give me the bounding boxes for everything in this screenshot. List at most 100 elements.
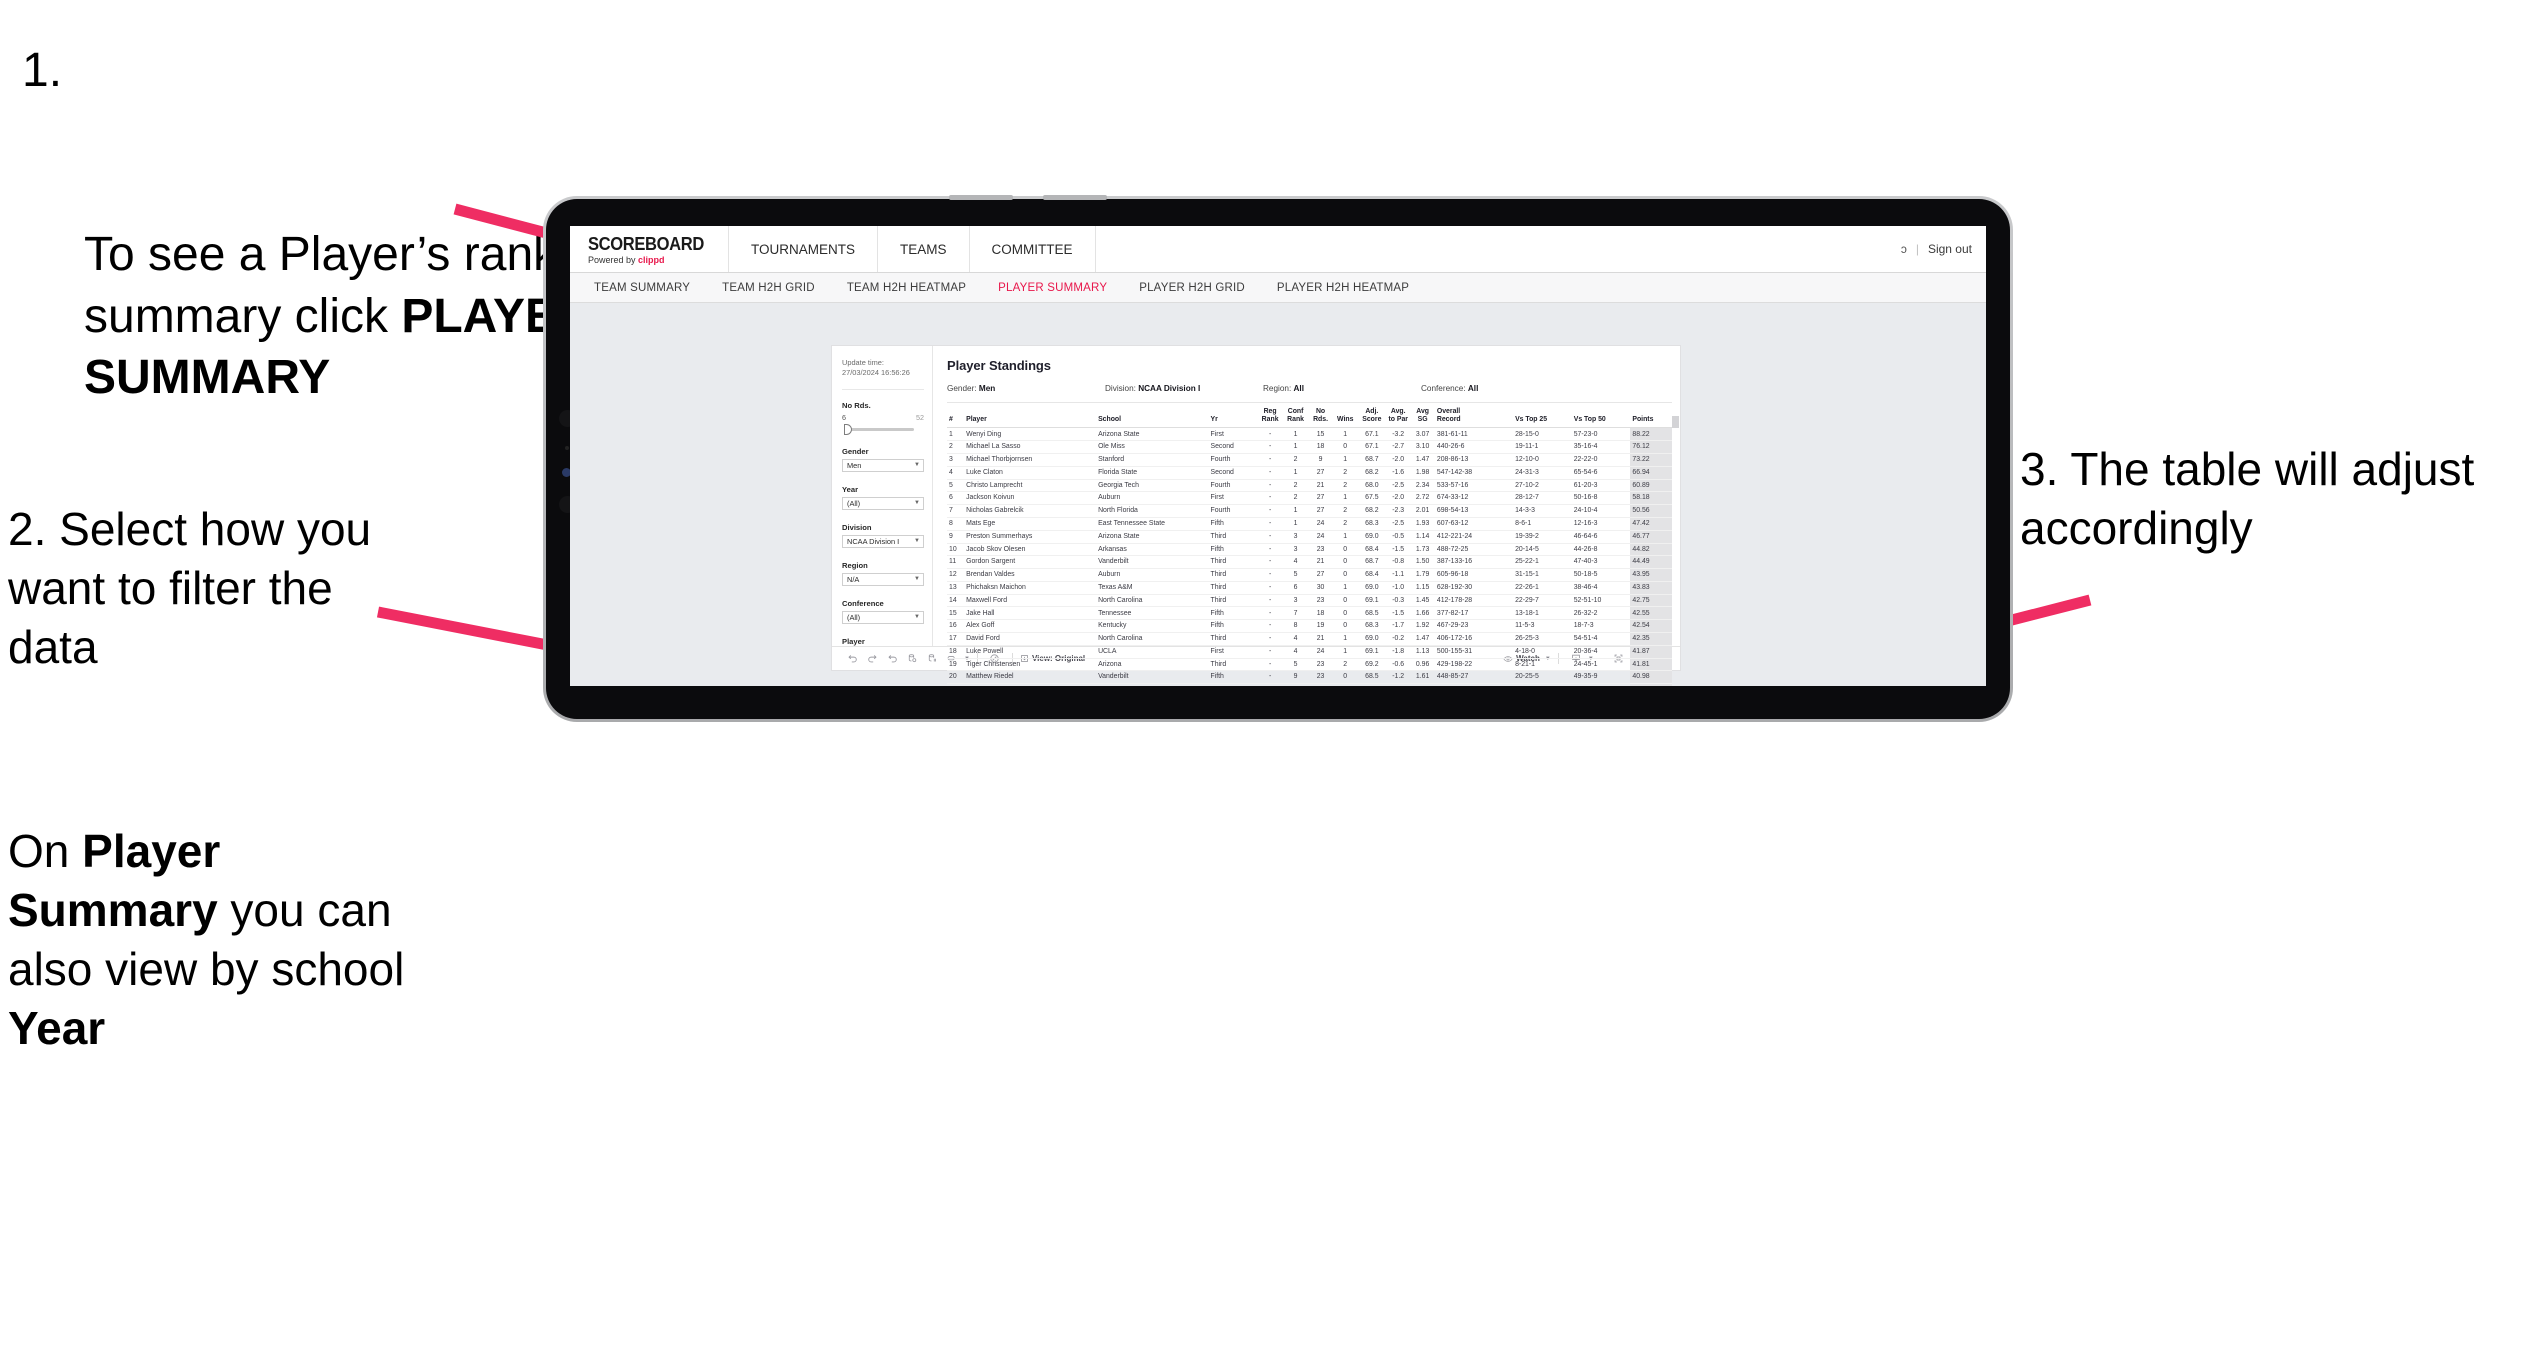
- filter-region-select[interactable]: N/A ▼: [842, 572, 924, 586]
- table-row[interactable]: 9 Preston Summerhays Arizona State Third -3 2…: [947, 530, 1672, 544]
- cell-avg-to-par: -0.2: [1385, 632, 1411, 646]
- tablet-top-button-2: [1043, 195, 1107, 200]
- table-row[interactable]: 3 Michael Thorbjornsen Stanford Fourth -2 9 1 6…: [947, 453, 1672, 467]
- annotation-step-2-note: On Player Summary you can also view by s…: [8, 822, 428, 1058]
- filters-panel: Update time: 27/03/2024 16:56:26 No Rds.…: [832, 346, 933, 662]
- cell-no-rds: 30: [1308, 581, 1333, 595]
- table-row[interactable]: 10 Jacob Skov Olesen Arkansas Fifth -3 23 0 68.…: [947, 543, 1672, 557]
- column-header-vs-top-50[interactable]: Vs Top 50: [1571, 406, 1631, 429]
- tab-player-h2h-heatmap[interactable]: PLAYER H2H HEATMAP: [1261, 282, 1425, 294]
- cell-rank: 12: [947, 568, 965, 582]
- cell-points: 88.22: [1630, 427, 1672, 442]
- column-header-adj-score[interactable]: Adj. Score: [1357, 406, 1386, 429]
- table-row[interactable]: 7 Nicholas Gabrelcik North Florida Fourth -1…: [947, 504, 1672, 518]
- cell-vs-top-25: 8-6-1: [1513, 517, 1572, 531]
- column-header-wins[interactable]: Wins: [1332, 406, 1358, 429]
- cell-wins: 0: [1332, 670, 1358, 685]
- filter-gender-select[interactable]: Men ▼: [842, 458, 924, 472]
- cell-adj-score: 67.5: [1357, 491, 1386, 506]
- column-header-vs-top-25[interactable]: Vs Top 25: [1513, 406, 1572, 429]
- column-header-year[interactable]: Yr: [1208, 406, 1258, 429]
- brand-clippd: clippd: [638, 254, 665, 265]
- column-header-reg-rank[interactable]: Reg Rank: [1257, 406, 1283, 429]
- column-header-conf-rank[interactable]: Conf Rank: [1282, 406, 1309, 429]
- nav-item-committee[interactable]: COMMITTEE: [970, 226, 1096, 272]
- filter-conference-select[interactable]: (All) ▼: [842, 610, 924, 624]
- user-menu-truncated[interactable]: ɔ: [1901, 242, 1907, 256]
- table-row[interactable]: 19 Tiger Christensen Arizona Third -5 23 2 69.2…: [947, 658, 1672, 672]
- table-row[interactable]: 8 Mats Ege East Tennessee State Fifth -1 24 2 6…: [947, 517, 1672, 531]
- tab-player-summary[interactable]: PLAYER SUMMARY: [982, 282, 1123, 294]
- cell-no-rds: 27: [1308, 466, 1333, 480]
- redo-icon[interactable]: [862, 650, 882, 668]
- table-row[interactable]: 5 Christo Lamprecht Georgia Tech Fourth -2 21…: [947, 479, 1672, 493]
- table-row[interactable]: 21Taehoon SongWashingtonFourth-623169.2-…: [947, 683, 1672, 686]
- column-header-school[interactable]: School: [1096, 406, 1209, 429]
- nav-item-tournaments[interactable]: TOURNAMENTS: [729, 226, 879, 272]
- sign-out-link[interactable]: Sign out: [1928, 242, 1972, 256]
- cell-avg-to-par: -3.2: [1385, 427, 1411, 442]
- cell-vs-top-50: 54-51-4: [1571, 632, 1631, 646]
- cell-vs-top-25: 31-15-1: [1513, 568, 1572, 582]
- cell-avg-to-par: -0.5: [1385, 530, 1411, 544]
- cell-avg-sg: 1.13: [1410, 645, 1435, 659]
- cell-player: Alex Goff: [964, 619, 1097, 633]
- column-header-avg-sg[interactable]: Avg SG: [1410, 406, 1435, 429]
- table-row[interactable]: 1 Wenyi Ding Arizona State First -1 15 1 67.1 -3…: [947, 427, 1672, 442]
- table-row[interactable]: 12 Brendan Valdes Auburn Third -5 27 0 68.4 -1.1…: [947, 568, 1672, 582]
- vertical-scrollbar-thumb[interactable]: [1672, 416, 1679, 428]
- undo-icon[interactable]: [842, 650, 862, 668]
- table-row[interactable]: 4 Luke Claton Florida State Second -1 27 2 68.2…: [947, 466, 1672, 480]
- column-header-player[interactable]: Player: [964, 406, 1097, 429]
- nav-item-teams[interactable]: TEAMS: [878, 226, 970, 272]
- table-row[interactable]: 14 Maxwell Ford North Carolina Third -3 23 0 69…: [947, 594, 1672, 608]
- cell-avg-sg: 3.10: [1410, 440, 1435, 455]
- refresh-data-icon[interactable]: [902, 650, 922, 668]
- column-header-rank[interactable]: #: [947, 406, 965, 429]
- cell-wins: 2: [1332, 658, 1358, 672]
- filter-year-select[interactable]: (All) ▼: [842, 496, 924, 510]
- cell-conf-rank: 3: [1282, 594, 1309, 608]
- filter-no-rds-slider[interactable]: [842, 423, 924, 435]
- cell-overall-record: 467-29-23: [1434, 619, 1514, 633]
- tab-team-h2h-heatmap[interactable]: TEAM H2H HEATMAP: [831, 282, 982, 294]
- cell-overall-record: 533-57-16: [1434, 479, 1514, 493]
- table-row[interactable]: 17 David Ford North Carolina Third -4 21 1 69.0…: [947, 632, 1672, 646]
- tab-team-summary[interactable]: TEAM SUMMARY: [578, 282, 706, 294]
- tab-player-h2h-grid[interactable]: PLAYER H2H GRID: [1123, 282, 1261, 294]
- column-header-overall-record[interactable]: Overall Record: [1434, 406, 1514, 429]
- slider-handle[interactable]: [844, 423, 852, 435]
- table-row[interactable]: 15 Jake Hall Tennessee Fifth -7 18 0 68.5 -1.5 1.…: [947, 606, 1672, 621]
- meta-division: Division: NCAA Division I: [1105, 384, 1263, 393]
- table-row[interactable]: 16 Alex Goff Kentucky Fifth -8 19 0 68.3 -1.7 1.9…: [947, 619, 1672, 633]
- filter-no-rds-range: 6 52: [842, 413, 924, 422]
- cell-reg-rank: -: [1257, 645, 1283, 659]
- table-row[interactable]: 20 Matthew Riedel Vanderbilt Fifth -9 23 0 68.5…: [947, 670, 1672, 685]
- cell-conf-rank: 1: [1282, 440, 1309, 455]
- column-header-no-rds[interactable]: No Rds.: [1308, 406, 1333, 429]
- filter-region-label: Region: [842, 560, 868, 570]
- column-header-points[interactable]: Points: [1630, 406, 1672, 429]
- table-row[interactable]: 13 Phichaksn Maichon Texas A&M Third -6 30 1 69…: [947, 581, 1672, 595]
- cell-player: Christo Lamprecht: [964, 479, 1097, 493]
- table-row[interactable]: 11 Gordon Sargent Vanderbilt Third -4 21 0 68.7…: [947, 555, 1672, 570]
- filter-division-select[interactable]: NCAA Division I ▼: [842, 534, 924, 548]
- cell-no-rds: 21: [1308, 632, 1333, 646]
- column-header-avg-to-par[interactable]: Avg. to Par: [1385, 406, 1411, 429]
- cell-adj-score: 69.2: [1357, 658, 1386, 672]
- cell-no-rds: 21: [1308, 479, 1333, 493]
- pause-data-icon[interactable]: [922, 650, 942, 668]
- cell-overall-record: 547-142-38: [1434, 466, 1514, 480]
- cell-conf-rank: 4: [1282, 645, 1309, 659]
- cell-wins: 1: [1332, 683, 1358, 686]
- cell-no-rds: 21: [1308, 555, 1333, 570]
- cell-rank: 7: [947, 504, 965, 518]
- tab-team-h2h-grid[interactable]: TEAM H2H GRID: [706, 282, 831, 294]
- table-row[interactable]: 18 Luke Powell UCLA First -4 24 1 69.1 -1.8 1.13 5…: [947, 645, 1672, 659]
- cell-overall-record: 377-82-17: [1434, 606, 1514, 621]
- table-row[interactable]: 2 Michael La Sasso Ole Miss Second -1 18 0 67.1…: [947, 440, 1672, 455]
- table-row[interactable]: 6 Jackson Koivun Auburn First -2 27 1 67.5 -2.0 2…: [947, 491, 1672, 506]
- revert-icon[interactable]: [882, 650, 902, 668]
- filter-year: Year (All) ▼: [842, 485, 924, 510]
- cell-vs-top-50: 38-46-4: [1571, 581, 1631, 595]
